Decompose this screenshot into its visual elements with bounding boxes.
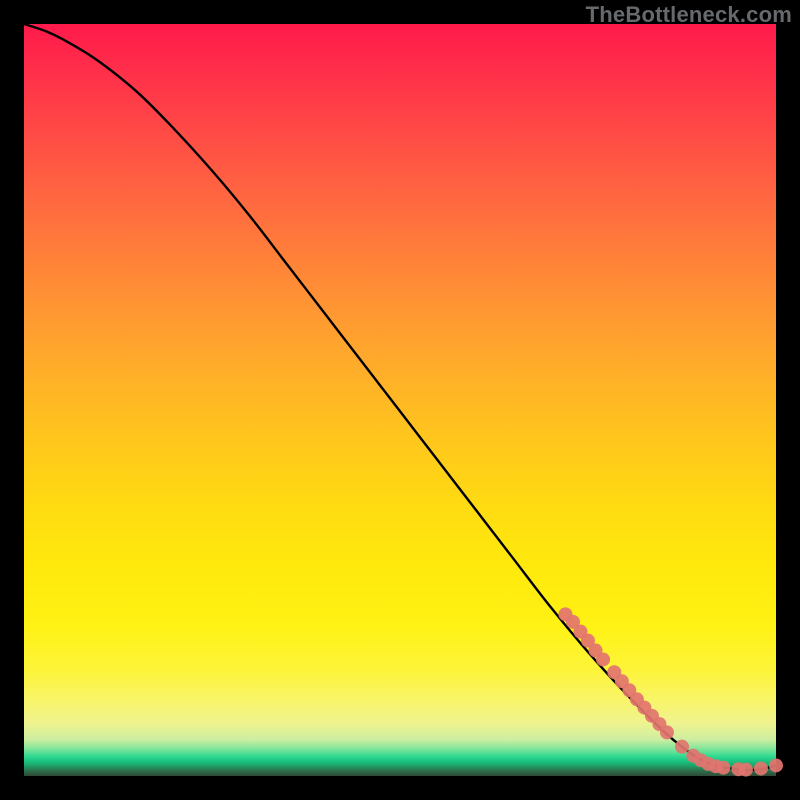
- bottleneck-curve: [24, 24, 776, 770]
- chart-frame: TheBottleneck.com: [0, 0, 800, 800]
- data-marker: [660, 725, 674, 739]
- data-marker: [754, 761, 768, 775]
- watermark-label: TheBottleneck.com: [586, 2, 792, 28]
- chart-svg: [24, 24, 776, 776]
- marker-group: [558, 607, 783, 776]
- data-marker: [716, 761, 730, 775]
- data-marker: [675, 740, 689, 754]
- data-marker: [596, 652, 610, 666]
- data-marker: [739, 763, 753, 777]
- data-marker: [769, 758, 783, 772]
